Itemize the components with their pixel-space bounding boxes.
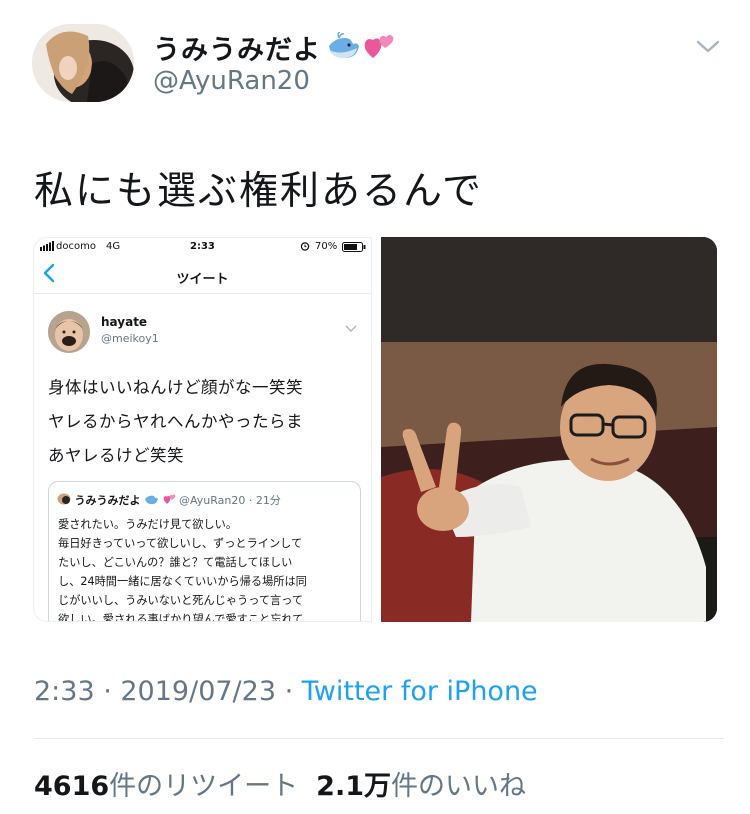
quote-line: 欲しい。愛される事ばかり望んで愛すこと忘れて [58, 613, 304, 622]
user-display-name[interactable]: うみうみだよ [153, 28, 321, 67]
phone-nav-bar: ツイート [34, 260, 371, 294]
tweet-source-link[interactable]: Twitter for iPhone [302, 676, 538, 707]
divider [34, 738, 724, 739]
embedded-text-line: ヤレるからヤれへんかやったらま [48, 412, 303, 431]
tweet-card: うみうみだよ @AyuRan20 私にも選ぶ権利あるんで docomo 4G 2… [0, 0, 750, 814]
quote-author-name: うみうみだよ [74, 494, 141, 507]
like-count: 2.1万 [316, 771, 391, 802]
media-image-screenshot[interactable]: docomo 4G 2:33 70% ツイート hayate @meikoy1 … [33, 237, 372, 622]
quote-whale-emoji-icon [144, 494, 163, 507]
tweet-media: docomo 4G 2:33 70% ツイート hayate @meikoy1 … [33, 237, 717, 622]
quote-handle-time: @AyuRan20 · 21分 [179, 494, 281, 507]
quote-line: じがいいし、うみいないと死んじゃうって言って [58, 594, 304, 607]
quote-line: たいし、どこいんの？誰と？て電話してほしい [58, 556, 293, 569]
embedded-text-line: 身体はいいねんけど顔がな一笑笑 [48, 378, 303, 397]
quote-line: し、24時間一緒に居なくていいから帰る場所は同 [58, 575, 307, 588]
whale-emoji-icon [327, 30, 361, 64]
chevron-down-icon[interactable] [694, 36, 722, 56]
embedded-author-name: hayate [101, 315, 148, 329]
like-stat[interactable]: 2.1万件のいいね [316, 771, 526, 802]
phone-time: 2:33 [190, 241, 215, 252]
retweet-label: 件のリツイート [109, 771, 299, 802]
retweet-stat[interactable]: 4616件のリツイート [34, 771, 298, 802]
user-avatar[interactable] [32, 24, 134, 102]
media-image-photo[interactable] [381, 237, 717, 622]
phone-network: 4G [106, 241, 121, 252]
embedded-tweet-text: 身体はいいねんけど顔がな一笑笑 ヤレるからヤれへんかやったらま あヤレるけど笑笑 [48, 371, 366, 473]
phone-battery-level: 70% [315, 241, 338, 252]
alarm-icon [300, 241, 310, 254]
retweet-count: 4616 [34, 771, 110, 802]
embedded-author-avatar [48, 311, 90, 353]
tweet-timestamp-row: 2:33 · 2019/07/23 · Twitter for iPhone [34, 676, 538, 707]
embedded-author-handle: @meikoy1 [101, 332, 159, 345]
two-hearts-emoji-icon [363, 32, 395, 64]
embedded-quote-tweet: うみうみだよ @AyuRan20 · 21分 愛されたい。うみだけ見て欲しい。 … [48, 481, 361, 622]
signal-icon [40, 241, 56, 254]
user-handle[interactable]: @AyuRan20 [153, 66, 310, 96]
embedded-text-line: あヤレるけど笑笑 [48, 446, 184, 465]
like-label: 件のいいね [391, 771, 526, 802]
phone-screen-title: ツイート [176, 272, 229, 287]
quote-avatar-icon [57, 493, 75, 507]
phone-carrier: docomo [56, 241, 96, 252]
battery-icon [342, 242, 366, 255]
embedded-chevron-down-icon [345, 318, 357, 332]
tweet-text: 私にも選ぶ権利あるんで [34, 169, 484, 214]
phone-status-bar: docomo 4G 2:33 70% [34, 238, 371, 256]
tweet-timestamp: 2:33 · 2019/07/23 · [34, 676, 302, 707]
quote-line: 愛されたい。うみだけ見て欲しい。 [58, 518, 238, 531]
quote-line: 毎日好きっていって欲しいし、ずっとラインして [58, 537, 303, 550]
quote-hearts-emoji-icon [163, 494, 180, 507]
tweet-stats: 4616件のリツイート 2.1万件のいいね [34, 764, 526, 803]
quote-body: 愛されたい。うみだけ見て欲しい。 毎日好きっていって欲しいし、ずっとラインして … [58, 515, 354, 622]
user-name-row: うみうみだよ [153, 28, 395, 67]
quote-header: うみうみだよ @AyuRan20 · 21分 [57, 492, 281, 508]
